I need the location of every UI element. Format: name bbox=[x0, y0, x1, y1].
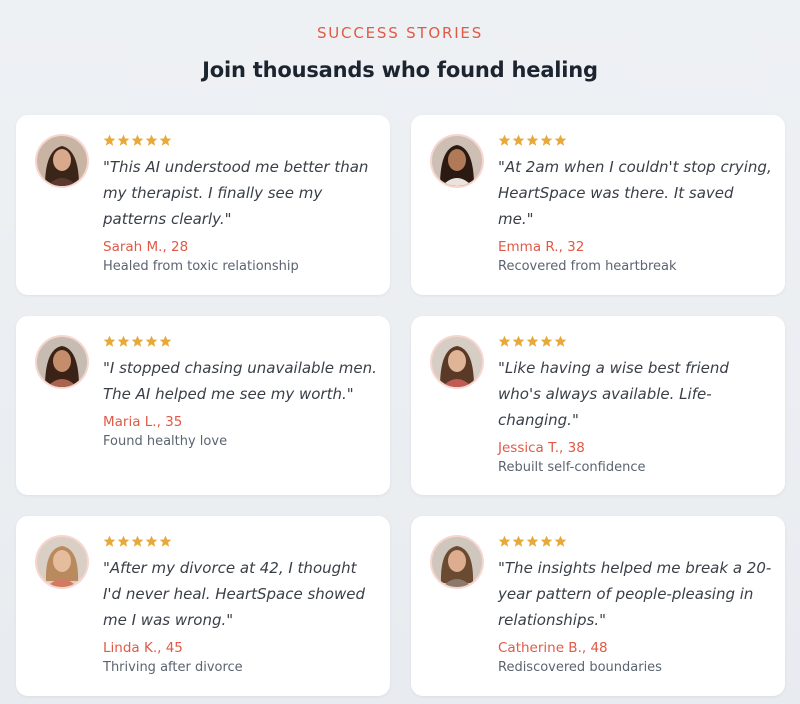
star-icon bbox=[117, 335, 130, 347]
star-icon bbox=[145, 335, 158, 347]
testimonial-author: Sarah M., 28 bbox=[103, 239, 189, 255]
avatar bbox=[35, 335, 89, 389]
testimonial-card: "Like having a wise best friend who's al… bbox=[411, 316, 785, 495]
testimonial-author: Emma R., 32 bbox=[498, 239, 585, 255]
avatar bbox=[35, 134, 89, 188]
testimonial-author: Catherine B., 48 bbox=[498, 640, 608, 656]
star-icon bbox=[554, 335, 567, 347]
star-icon bbox=[103, 134, 116, 146]
testimonial-quote: "The insights helped me break a 20-year … bbox=[498, 559, 772, 629]
star-icon bbox=[117, 134, 130, 146]
star-icon bbox=[117, 535, 130, 547]
testimonial-author: Jessica T., 38 bbox=[498, 440, 585, 456]
star-icon bbox=[512, 335, 525, 347]
star-icon bbox=[131, 535, 144, 547]
star-icon bbox=[498, 535, 511, 547]
star-icon bbox=[159, 335, 172, 347]
testimonial-quote: "I stopped chasing unavailable men. The … bbox=[103, 359, 377, 403]
avatar-portrait-icon bbox=[432, 337, 482, 387]
star-icon bbox=[526, 535, 539, 547]
star-icon bbox=[103, 535, 116, 547]
star-icon bbox=[526, 134, 539, 146]
avatar-portrait-icon bbox=[37, 537, 87, 587]
avatar bbox=[430, 335, 484, 389]
testimonial-author: Linda K., 45 bbox=[103, 640, 183, 656]
avatar-portrait-icon bbox=[37, 337, 87, 387]
testimonial-quote: "Like having a wise best friend who's al… bbox=[498, 359, 729, 429]
star-icon bbox=[159, 535, 172, 547]
testimonial-card: "I stopped chasing unavailable men. The … bbox=[16, 316, 390, 495]
avatar bbox=[430, 535, 484, 589]
star-rating bbox=[103, 533, 378, 549]
star-rating bbox=[498, 533, 773, 549]
testimonial-outcome: Recovered from heartbreak bbox=[498, 259, 677, 274]
star-icon bbox=[159, 134, 172, 146]
avatar-portrait-icon bbox=[432, 136, 482, 186]
star-icon bbox=[526, 335, 539, 347]
star-icon bbox=[540, 535, 553, 547]
testimonial-quote: "At 2am when I couldn't stop crying, Hea… bbox=[498, 158, 772, 228]
testimonial-card: "This AI understood me better than my th… bbox=[16, 115, 390, 295]
star-icon bbox=[540, 335, 553, 347]
star-icon bbox=[498, 335, 511, 347]
testimonial-quote: "After my divorce at 42, I thought I'd n… bbox=[103, 559, 365, 629]
testimonial-card: "At 2am when I couldn't stop crying, Hea… bbox=[411, 115, 785, 295]
testimonial-card: "After my divorce at 42, I thought I'd n… bbox=[16, 516, 390, 696]
testimonial-outcome: Rediscovered boundaries bbox=[498, 660, 662, 675]
star-rating bbox=[498, 333, 773, 349]
star-icon bbox=[554, 535, 567, 547]
star-icon bbox=[145, 535, 158, 547]
section-eyebrow: SUCCESS STORIES bbox=[316, 24, 484, 42]
star-rating bbox=[103, 333, 378, 349]
star-icon bbox=[540, 134, 553, 146]
testimonials-grid: "This AI understood me better than my th… bbox=[16, 115, 785, 696]
testimonial-outcome: Found healthy love bbox=[103, 434, 228, 449]
testimonial-outcome: Rebuilt self-confidence bbox=[498, 460, 646, 475]
testimonials-section: SUCCESS STORIES Join thousands who found… bbox=[0, 0, 800, 704]
testimonial-author: Maria L., 35 bbox=[103, 414, 183, 430]
star-icon bbox=[512, 535, 525, 547]
avatar bbox=[35, 535, 89, 589]
testimonial-card: "The insights helped me break a 20-year … bbox=[411, 516, 785, 696]
star-icon bbox=[145, 134, 158, 146]
avatar-portrait-icon bbox=[37, 136, 87, 186]
star-rating bbox=[498, 132, 773, 148]
star-icon bbox=[512, 134, 525, 146]
section-headline: Join thousands who found healing bbox=[202, 58, 598, 82]
star-rating bbox=[103, 132, 378, 148]
star-icon bbox=[498, 134, 511, 146]
star-icon bbox=[554, 134, 567, 146]
testimonial-quote: "This AI understood me better than my th… bbox=[103, 158, 369, 228]
avatar-portrait-icon bbox=[432, 537, 482, 587]
testimonial-outcome: Healed from toxic relationship bbox=[103, 259, 299, 274]
star-icon bbox=[131, 335, 144, 347]
testimonial-outcome: Thriving after divorce bbox=[103, 660, 243, 675]
avatar bbox=[430, 134, 484, 188]
star-icon bbox=[131, 134, 144, 146]
star-icon bbox=[103, 335, 116, 347]
